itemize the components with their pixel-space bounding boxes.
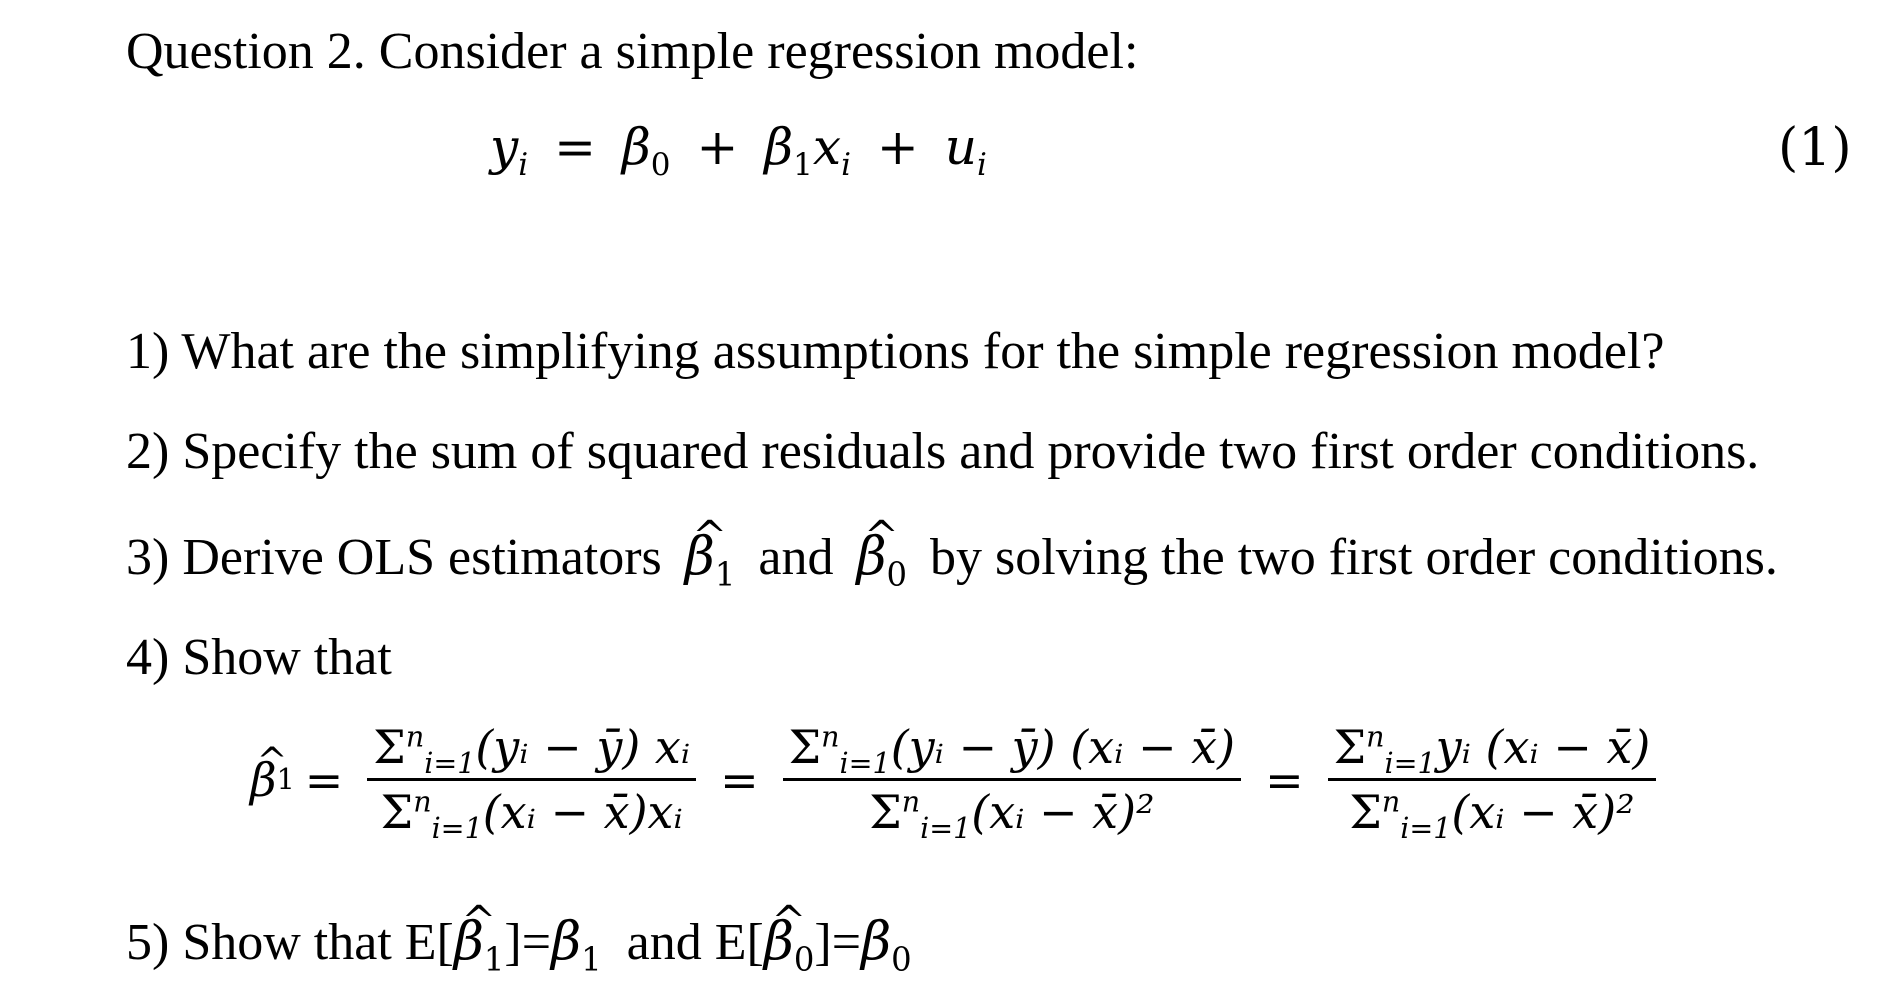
fraction-3-denominator: Σni=1(xᵢ − x̄)²: [1349, 785, 1635, 846]
eq-plus: +: [696, 118, 739, 176]
beta0-hat: β: [856, 511, 898, 587]
equation-number: (1): [1778, 118, 1852, 178]
beta1-hat: β: [454, 896, 496, 972]
eq-beta1-sub: 1: [793, 147, 813, 183]
fraction-2-denominator: Σni=1(xᵢ − x̄)²: [869, 785, 1155, 846]
fraction-3-numerator: Σni=1yᵢ (xᵢ − x̄): [1333, 720, 1651, 781]
fraction-2-numerator: Σni=1(yᵢ − ȳ) (xᵢ − x̄): [788, 720, 1236, 781]
eq-y-sub: i: [518, 147, 529, 183]
question-title: Question 2. Consider a simple regression…: [126, 23, 1139, 80]
fraction-bar: [782, 778, 1242, 781]
eq-plus: +: [876, 118, 919, 176]
beta1-sub: 1: [581, 940, 602, 979]
item3-prefix: 3) Derive OLS estimators: [126, 529, 662, 586]
beta1-hat-sub: 1: [483, 940, 505, 979]
item3-and: and: [758, 529, 834, 586]
formula-equals: =: [720, 752, 759, 807]
beta0-hat-sub: 0: [793, 940, 815, 979]
eq-x-sub: i: [841, 147, 852, 183]
formula-equals: =: [304, 752, 344, 807]
item3-suffix: by solving the two first order condition…: [930, 529, 1778, 586]
fraction-1-numerator: Σni=1(yᵢ − ȳ) xᵢ: [373, 720, 691, 781]
fraction-bar: [367, 778, 697, 781]
ols-formula: β1 = Σni=1(yᵢ − ȳ) xᵢ Σni=1(xᵢ − x̄)xᵢ =…: [250, 720, 1670, 846]
beta1-hat-sub: 1: [714, 555, 736, 594]
beta0-hat-sub: 0: [886, 555, 908, 594]
beta0: β: [861, 912, 892, 972]
item5-eq: ]=: [814, 914, 862, 971]
beta1-hat: β: [685, 511, 727, 587]
question-item-2: 2) Specify the sum of squared residuals …: [126, 423, 1760, 480]
eq-u-sub: i: [976, 147, 987, 183]
question-item-3: 3) Derive OLS estimators β1 and β0 by so…: [126, 511, 1778, 590]
beta0-hat: β: [764, 896, 806, 972]
item5-prefix: 5) Show that E[: [126, 914, 454, 971]
eq-u: u: [944, 118, 977, 176]
eq-y: y: [490, 118, 519, 176]
eq-equals: =: [554, 118, 596, 176]
fraction-bar: [1327, 778, 1657, 781]
fraction-3: Σni=1yᵢ (xᵢ − x̄) Σni=1(xᵢ − x̄)²: [1327, 720, 1657, 846]
question-item-1: 1) What are the simplifying assumptions …: [126, 323, 1665, 380]
regression-equation: yi = β0 + β1xi + ui: [490, 118, 987, 181]
eq-beta0: β: [621, 118, 651, 176]
question-item-5: 5) Show that E[β1]=β1 and E[β0]=β0: [126, 896, 912, 975]
formula-beta1-hat: β: [250, 739, 287, 807]
fraction-2: Σni=1(yᵢ − ȳ) (xᵢ − x̄) Σni=1(xᵢ − x̄)²: [782, 720, 1242, 846]
formula-equals: =: [1265, 752, 1304, 807]
beta0-sub: 0: [891, 940, 912, 979]
fraction-1: Σni=1(yᵢ − ȳ) xᵢ Σni=1(xᵢ − x̄)xᵢ: [367, 720, 697, 846]
question-item-4: 4) Show that: [126, 629, 392, 686]
eq-beta1: β: [764, 118, 794, 176]
fraction-1-denominator: Σni=1(xᵢ − x̄)xᵢ: [380, 785, 683, 846]
beta1: β: [551, 912, 582, 972]
item5-and: and E[: [626, 914, 764, 971]
eq-x: x: [812, 118, 842, 176]
item5-eq: ]=: [504, 914, 552, 971]
eq-beta0-sub: 0: [650, 147, 671, 183]
